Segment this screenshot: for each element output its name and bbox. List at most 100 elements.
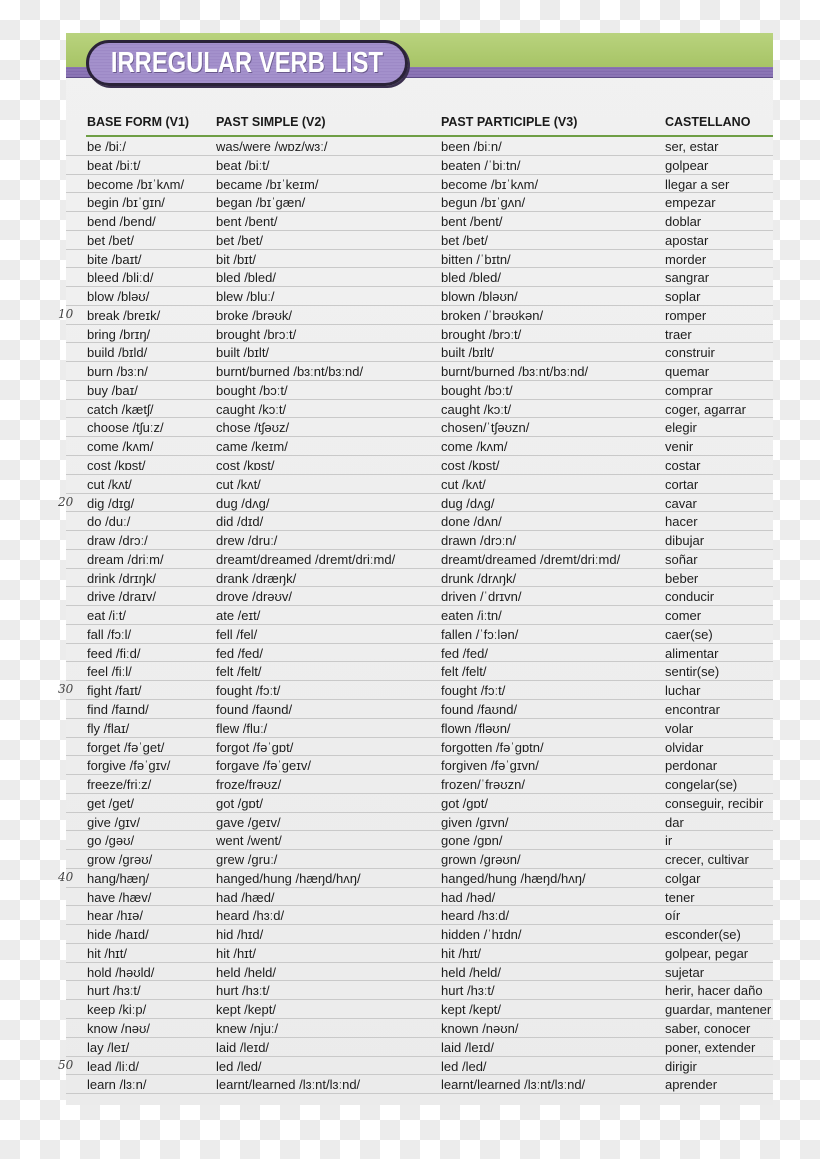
past-simple-cell: forgave /fəˈgeɪv/ [216,758,311,774]
castellano-cell: morder [665,251,707,267]
table-row: 30 fight /faɪt/fought /fɔːt/fought /fɔːt/… [58,681,773,700]
table-row: begin /bɪˈgɪn/began /bɪˈgæn/begun /bɪˈgʌ… [66,193,773,213]
table-row: catch /kætʃ/caught /kɔːt/caught /kɔːt/co… [66,400,773,419]
castellano-cell: llegar a ser [665,176,730,192]
past-simple-cell: bit /bɪt/ [216,251,257,267]
table-row: cut /kʌt/cut /kʌt/cut /kʌt/cortar [66,475,773,494]
past-simple-cell: drew /druː/ [216,533,278,549]
past-simple-cell: fed /fed/ [216,645,263,661]
castellano-cell: encontrar [665,701,720,717]
past-simple-cell: got /gɒt/ [216,795,263,811]
table-row: choose /tʃuːz/chose /tʃəʊz/chosen/ˈtʃəʊz… [66,418,773,438]
past-simple-cell: hanged/hung /hæŋd/hʌŋ/ [216,870,361,886]
base-form-cell: feed /fiːd/ [87,645,141,661]
verb-list-page: IRREGULAR VERB LIST BASE FORM (V1) PAST … [58,33,773,1105]
past-simple-cell: laid /leɪd/ [216,1039,270,1055]
table-row: draw /drɔː/drew /druː/drawn /drɔːn/dibuj… [66,531,773,550]
base-form-cell: bleed /bliːd/ [87,270,154,286]
base-form-cell: do /duː/ [87,514,131,530]
past-simple-cell: bought /bɔːt/ [216,382,288,398]
base-form-cell: hurt /hɜːt/ [87,983,141,999]
past-simple-cell: gave /geɪv/ [216,814,281,830]
past-participle-cell: bled /bled/ [441,270,501,286]
base-form-cell: bite /baɪt/ [87,251,142,267]
past-participle-cell: beaten /ˈbiːtn/ [441,157,521,173]
base-form-cell: eat /iːt/ [87,608,127,624]
base-form-cell: cut /kʌt/ [87,476,132,492]
base-form-cell: become /bɪˈkʌm/ [87,176,185,192]
past-simple-cell: hurt /hɜːt/ [216,983,270,999]
past-participle-cell: forgotten /fəˈgɒtn/ [441,739,544,755]
past-simple-cell: caught /kɔːt/ [216,401,287,417]
table-row: grow /grəʊ/grew /gruː/grown /grəʊn/crece… [66,850,773,869]
castellano-cell: sujetar [665,964,705,980]
past-participle-cell: found /faʊnd/ [441,701,518,717]
base-form-cell: drive /draɪv/ [87,589,156,605]
castellano-cell: tener [665,889,695,905]
castellano-cell: comprar [665,382,713,398]
castellano-cell: soplar [665,289,701,305]
table-row: get /get/got /gɒt/got /gɒt/conseguir, re… [66,794,773,813]
base-form-cell: dig /dɪg/ [87,495,135,511]
base-form-cell: lead /liːd/ [87,1058,140,1074]
past-participle-cell: drunk /drʌŋk/ [441,570,517,586]
castellano-cell: apostar [665,232,709,248]
past-participle-cell: hanged/hung /hæŋd/hʌŋ/ [441,870,586,886]
past-participle-cell: broken /ˈbrəʊkən/ [441,307,544,323]
table-row: feed /fiːd/fed /fed/fed /fed/alimentar [66,644,773,663]
past-participle-cell: flown /fləʊn/ [441,720,511,736]
past-simple-cell: kept /kept/ [216,1002,276,1018]
table-row: forgive /fəˈgɪv/forgave /fəˈgeɪv/forgive… [66,756,773,776]
past-simple-cell: began /bɪˈgæn/ [216,195,306,211]
past-participle-cell: laid /leɪd/ [441,1039,495,1055]
castellano-cell: herir, hacer daño [665,983,763,999]
table-row: forget /fəˈget/forgot /fəˈgɒt/forgotten … [66,738,773,757]
table-row: beat /biːt/beat /biːt/beaten /ˈbiːtn/gol… [66,156,773,175]
table-header: BASE FORM (V1) PAST SIMPLE (V2) PAST PAR… [86,111,773,137]
past-participle-cell: bent /bent/ [441,214,503,230]
table-row: be /biː/was/were /wɒz/wɜː/been /biːn/ser… [66,137,773,156]
castellano-cell: perdonar [665,758,718,774]
past-simple-cell: broke /brəʊk/ [216,307,293,323]
base-form-cell: burn /bɜːn/ [87,364,148,380]
past-simple-cell: bent /bent/ [216,214,278,230]
base-form-cell: know /nəʊ/ [87,1020,151,1036]
title-banner: IRREGULAR VERB LIST [66,33,773,99]
base-form-cell: go /gəʊ/ [87,833,135,849]
base-form-cell: draw /drɔː/ [87,533,148,549]
castellano-cell: dirigir [665,1058,697,1074]
castellano-cell: hacer [665,514,698,530]
castellano-cell: dibujar [665,533,705,549]
past-simple-cell: forgot /fəˈgɒt/ [216,739,294,755]
table-row: hide /haɪd/hid /hɪd/hidden /ˈhɪdn/escond… [66,925,773,944]
base-form-cell: break /breɪk/ [87,307,161,323]
title-pill: IRREGULAR VERB LIST [86,40,408,86]
past-participle-cell: bitten /ˈbɪtn/ [441,251,511,267]
table-row: burn /bɜːn/burnt/burned /bɜːnt/bɜːnd/bur… [66,362,773,381]
past-participle-cell: blown /bləʊn/ [441,289,518,305]
past-simple-cell: was/were /wɒz/wɜː/ [216,139,328,154]
past-participle-cell: dreamt/dreamed /dremt/driːmd/ [441,551,621,567]
table-row: hurt /hɜːt/hurt /hɜːt/hurt /hɜːt/herir, … [66,981,773,1001]
past-participle-cell: got /gɒt/ [441,795,488,811]
base-form-cell: bend /bend/ [87,214,156,230]
castellano-cell: golpear, pegar [665,945,749,961]
base-form-cell: blow /bləʊ/ [87,289,150,305]
castellano-cell: conseguir, recibir [665,795,764,811]
castellano-cell: romper [665,307,707,323]
past-participle-cell: led /led/ [441,1058,487,1074]
base-form-cell: hide /haɪd/ [87,927,149,943]
base-form-cell: beat /biːt/ [87,157,141,173]
base-form-cell: hit /hɪt/ [87,945,128,961]
past-simple-cell: froze/frəʊz/ [216,777,282,793]
base-form-cell: lay /leɪ/ [87,1039,130,1055]
castellano-cell: construir [665,345,715,361]
past-simple-cell: heard /hɜːd/ [216,908,285,924]
castellano-cell: venir [665,439,694,455]
past-participle-cell: drawn /drɔːn/ [441,533,517,549]
table-row: bleed /bliːd/bled /bled/bled /bled/sangr… [66,268,773,288]
castellano-cell: coger, agarrar [665,401,746,417]
past-participle-cell: held /held/ [441,964,501,980]
past-simple-cell: knew /njuː/ [216,1020,279,1036]
past-participle-cell: been /biːn/ [441,139,502,154]
